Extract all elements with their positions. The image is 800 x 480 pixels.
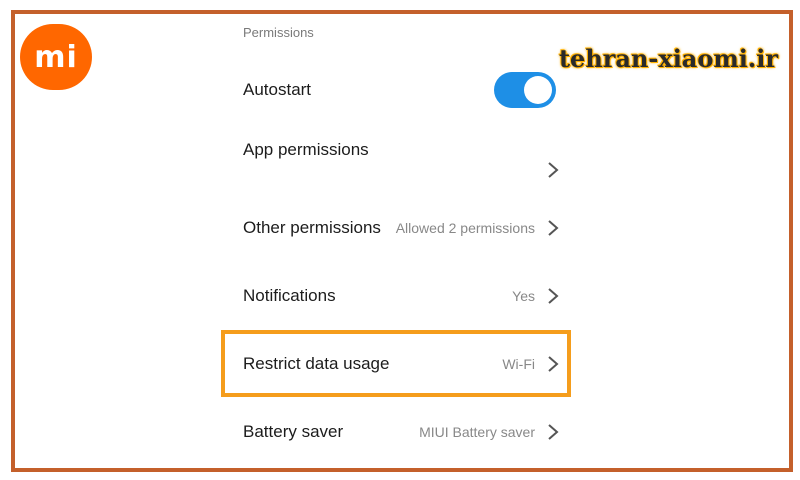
other-permissions-value: Allowed 2 permissions	[395, 220, 535, 236]
notifications-label: Notifications	[243, 286, 336, 305]
notifications-row[interactable]: Notifications Yes	[243, 276, 559, 316]
autostart-toggle[interactable]	[494, 72, 556, 108]
toggle-knob	[524, 76, 552, 104]
mi-logo-text: mi	[34, 39, 78, 75]
chevron-right-icon	[548, 288, 559, 304]
autostart-label: Autostart	[243, 80, 312, 99]
chevron-right-icon	[548, 220, 559, 236]
other-permissions-label: Other permissions	[243, 218, 381, 237]
app-permissions-row[interactable]: App permissions	[243, 140, 559, 180]
notifications-value: Yes	[512, 288, 535, 304]
autostart-row[interactable]: Autostart	[243, 70, 559, 110]
battery-saver-row[interactable]: Battery saver MIUI Battery saver	[243, 412, 559, 452]
permissions-settings: Permissions Autostart App permissions Ot…	[243, 0, 559, 480]
watermark-text: tehran-xiaomi.ir	[558, 44, 778, 73]
other-permissions-row[interactable]: Other permissions Allowed 2 permissions	[243, 208, 559, 248]
restrict-data-usage-highlight-box	[221, 330, 571, 397]
app-permissions-label: App permissions	[243, 140, 369, 159]
chevron-right-icon	[548, 162, 559, 178]
battery-saver-label: Battery saver	[243, 422, 344, 441]
battery-saver-value: MIUI Battery saver	[419, 424, 535, 440]
chevron-right-icon	[548, 424, 559, 440]
section-title-permissions: Permissions	[243, 25, 314, 40]
mi-logo: mi	[20, 24, 92, 90]
